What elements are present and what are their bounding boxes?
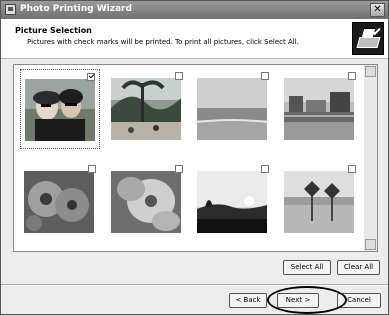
pink-flower-closeup-image bbox=[111, 171, 181, 233]
wizard-header: Picture Selection Pictures with check ma… bbox=[1, 19, 388, 59]
picture-thumbnail[interactable] bbox=[20, 162, 100, 242]
picture-thumbnail[interactable] bbox=[193, 162, 273, 242]
footer-divider bbox=[1, 284, 388, 286]
clear-all-button[interactable]: Clear All bbox=[337, 260, 380, 275]
picture-thumbnail[interactable] bbox=[107, 69, 187, 149]
back-button[interactable]: < Back bbox=[229, 293, 267, 308]
tropical-beach-palms-image bbox=[111, 78, 181, 140]
wizard-window: Photo Printing Wizard ✕ Picture Selectio… bbox=[0, 0, 389, 315]
red-flower-image bbox=[24, 171, 94, 233]
pier-buildings-image bbox=[284, 78, 354, 140]
picture-thumbnail[interactable] bbox=[20, 69, 100, 149]
ocean-horizon-image bbox=[197, 78, 267, 140]
window-title: Photo Printing Wizard bbox=[20, 4, 132, 14]
next-button-highlight-circle bbox=[267, 286, 347, 314]
picture-thumbnail[interactable] bbox=[193, 69, 273, 149]
sunset-silhouette-image bbox=[197, 171, 267, 233]
picture-thumbnail[interactable] bbox=[280, 69, 360, 149]
printer-check-icon bbox=[352, 22, 384, 55]
picture-thumbnail[interactable] bbox=[280, 162, 360, 242]
scroll-up-arrow-icon[interactable] bbox=[365, 66, 376, 77]
picture-checkbox[interactable] bbox=[175, 72, 183, 80]
picture-checkbox[interactable] bbox=[88, 165, 96, 173]
printer-app-icon bbox=[5, 4, 16, 15]
picture-checkbox[interactable] bbox=[261, 165, 269, 173]
picture-checkbox[interactable] bbox=[348, 72, 356, 80]
picture-checkbox[interactable] bbox=[87, 73, 95, 81]
picture-checkbox[interactable] bbox=[348, 165, 356, 173]
picture-checkbox[interactable] bbox=[175, 165, 183, 173]
page-title: Picture Selection bbox=[15, 26, 92, 35]
picture-checkbox[interactable] bbox=[261, 72, 269, 80]
page-subtitle: Pictures with check marks will be printe… bbox=[27, 38, 299, 46]
picture-thumbnail[interactable] bbox=[107, 162, 187, 242]
close-button[interactable]: ✕ bbox=[370, 3, 385, 17]
portrait-two-women-image bbox=[25, 79, 95, 141]
scroll-down-arrow-icon[interactable] bbox=[365, 239, 376, 250]
select-all-button[interactable]: Select All bbox=[283, 260, 331, 275]
picture-list-scrollbar[interactable] bbox=[364, 64, 378, 252]
title-bar: Photo Printing Wizard ✕ bbox=[1, 1, 388, 19]
sign-on-beach-image bbox=[284, 171, 354, 233]
